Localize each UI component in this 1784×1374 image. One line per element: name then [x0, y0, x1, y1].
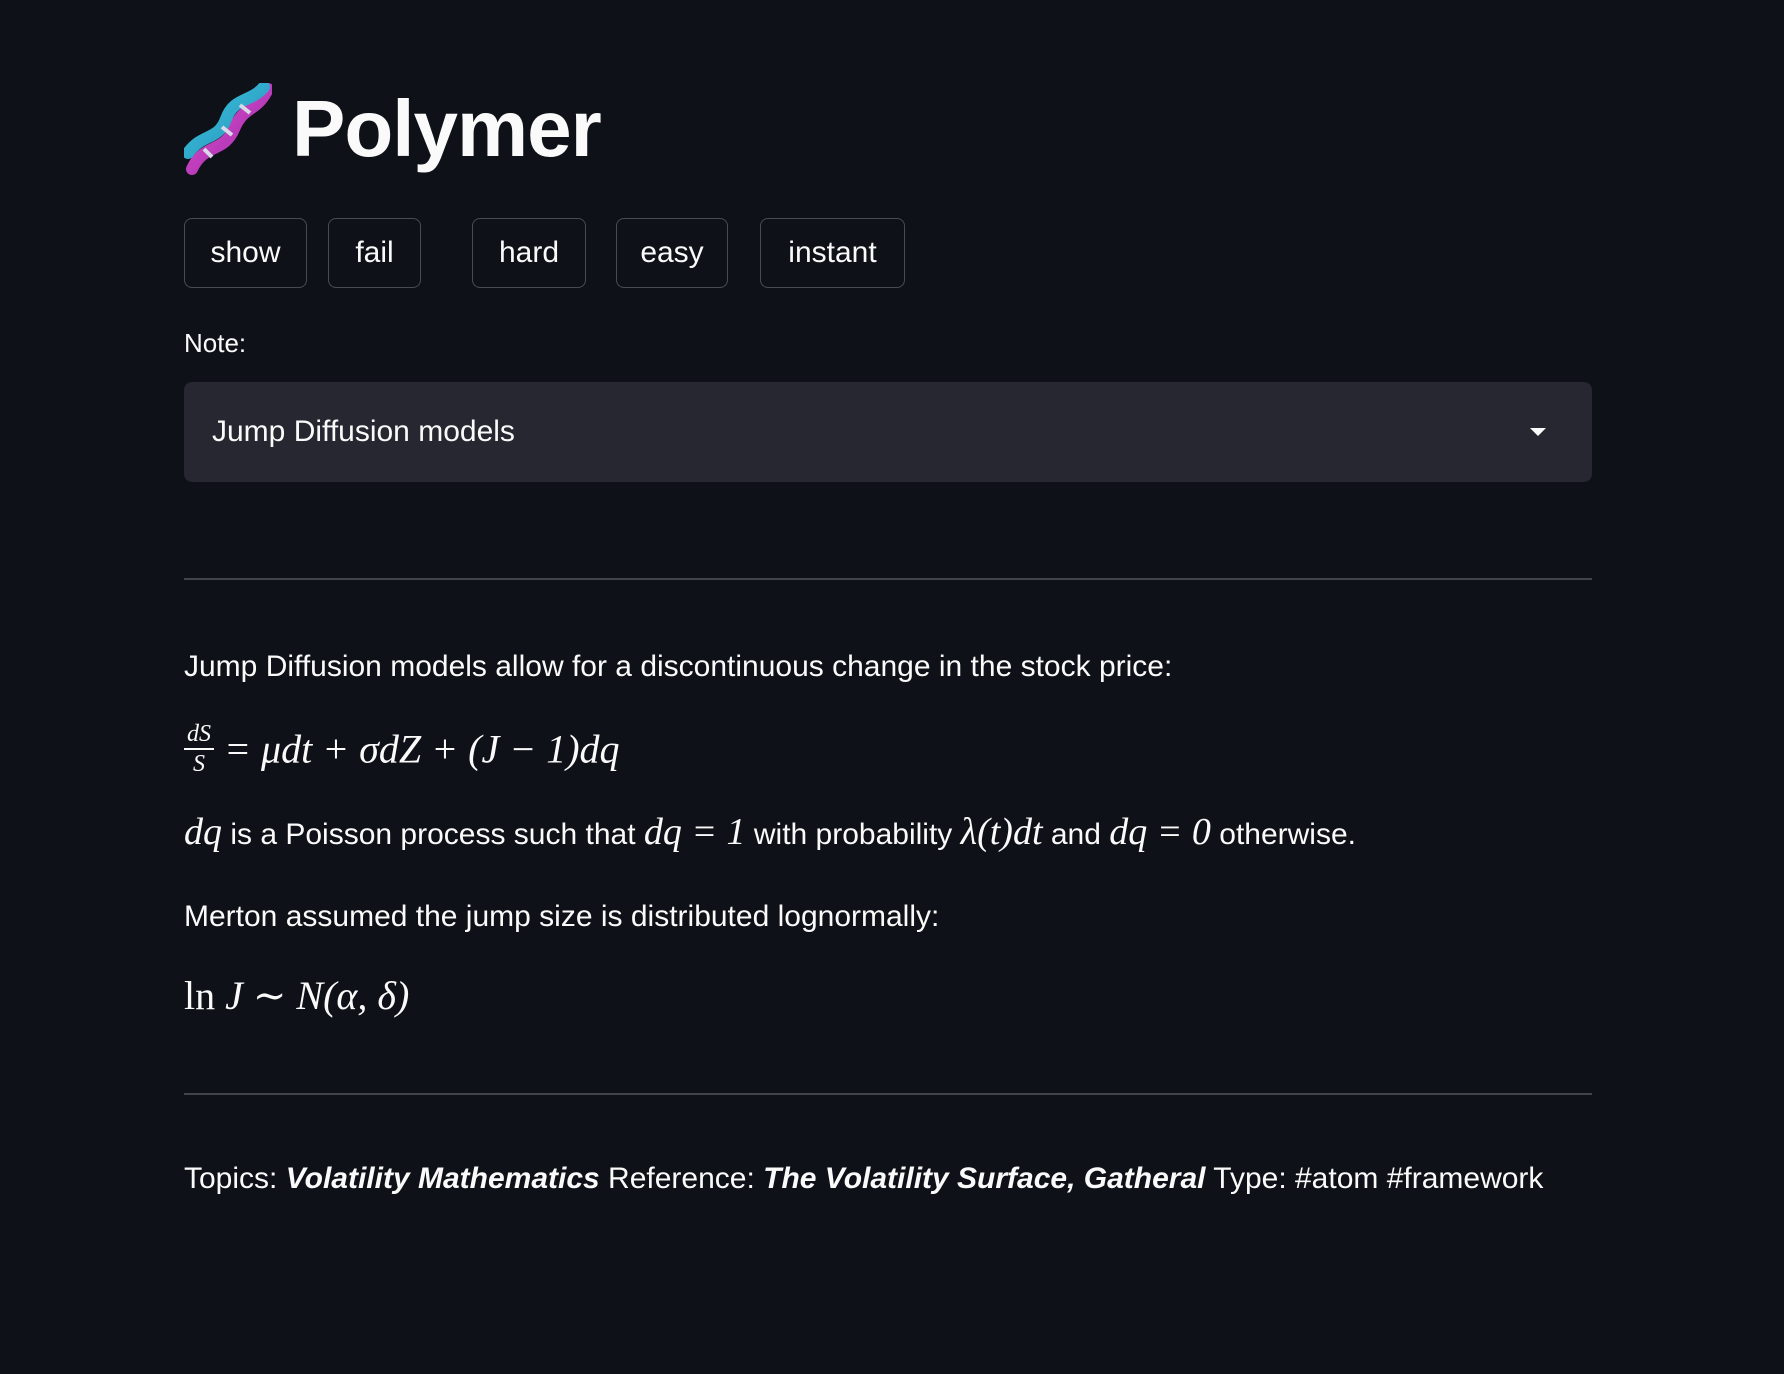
poisson-text-part3: and — [1042, 818, 1110, 851]
jump-diffusion-equation: dS S = μdt + σdZ + (J − 1)dq — [184, 722, 620, 776]
equation-rhs: = μdt + σdZ + (J − 1)dq — [224, 726, 620, 772]
fraction-denominator: S — [193, 751, 205, 777]
lognormal-rhs: J ∼ N(α, δ) — [215, 973, 410, 1018]
show-button[interactable]: show — [184, 218, 307, 288]
lognormal-equation: ln J ∼ N(α, δ) — [184, 972, 409, 1019]
metadata-line: Topics: Volatility Mathematics Reference… — [184, 1162, 1543, 1196]
dna-icon — [184, 83, 272, 175]
math-lambda: λ(t)dt — [960, 811, 1043, 853]
intro-text: Jump Diffusion models allow for a discon… — [184, 650, 1173, 683]
ln-operator: ln — [184, 973, 216, 1018]
app-page: Polymer show fail hard easy instant Note… — [0, 0, 1784, 1374]
reference-value: The Volatility Surface, Gatheral — [763, 1162, 1206, 1195]
math-dq-equals-1: dq = 1 — [643, 811, 746, 853]
topics-label: Topics: — [184, 1162, 286, 1195]
chevron-down-icon[interactable] — [1530, 428, 1546, 436]
easy-button[interactable]: easy — [616, 218, 728, 288]
note-select-value: Jump Diffusion models — [212, 415, 515, 448]
reference-label: Reference: — [599, 1162, 764, 1195]
type-label: Type: — [1205, 1162, 1295, 1195]
ds-over-s-fraction: dS S — [184, 722, 214, 776]
topics-value: Volatility Mathematics — [285, 1162, 600, 1195]
top-divider — [184, 578, 1592, 580]
math-dq-equals-0: dq = 0 — [1109, 811, 1211, 853]
poisson-text-part2: with probability — [745, 818, 961, 851]
page-title: Polymer — [292, 84, 602, 173]
instant-button[interactable]: instant — [760, 218, 905, 288]
hard-button[interactable]: hard — [472, 218, 586, 288]
note-label: Note: — [184, 328, 247, 358]
poisson-text-part4: otherwise. — [1210, 818, 1356, 851]
type-value: #atom #framework — [1295, 1162, 1544, 1195]
poisson-text: dq is a Poisson process such that dq = 1… — [184, 810, 1356, 854]
title-row: Polymer — [184, 74, 602, 184]
poisson-text-part1: is a Poisson process such that — [222, 818, 644, 851]
fail-button[interactable]: fail — [328, 218, 421, 288]
merton-text: Merton assumed the jump size is distribu… — [184, 900, 940, 933]
math-dq: dq — [184, 811, 222, 853]
bottom-divider — [184, 1093, 1592, 1095]
note-select[interactable]: Jump Diffusion models — [184, 382, 1592, 482]
fraction-numerator: dS — [184, 722, 214, 750]
